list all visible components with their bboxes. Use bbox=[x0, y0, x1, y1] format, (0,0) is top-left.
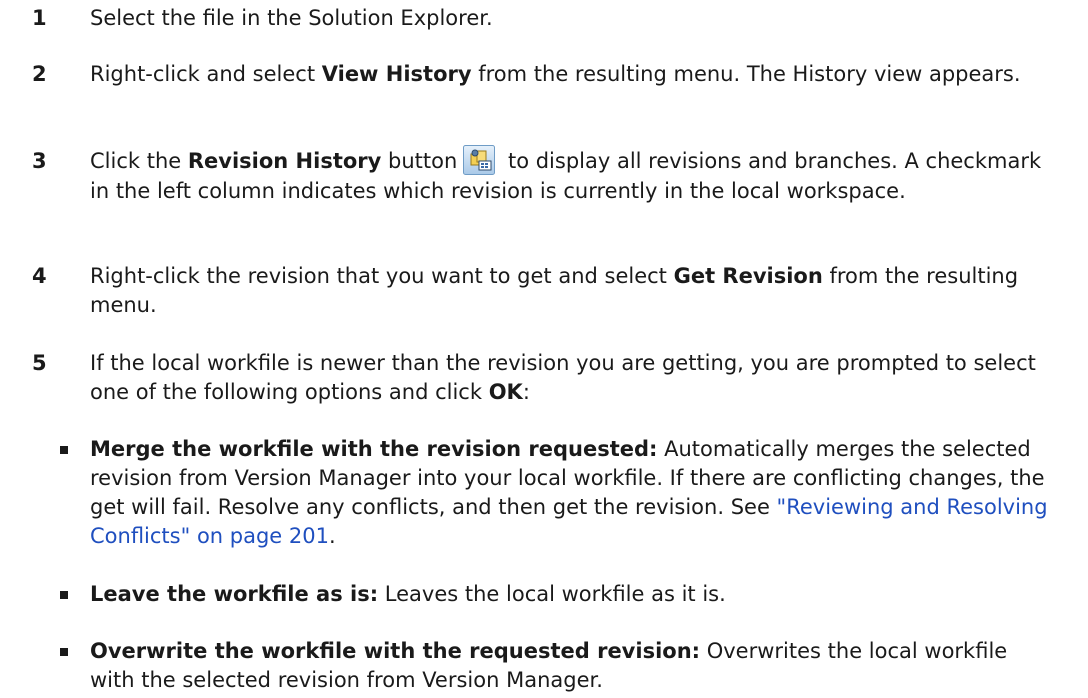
step-text-pre: If the local workfile is newer than the … bbox=[90, 351, 1036, 404]
ui-term-ok: OK bbox=[488, 380, 523, 404]
option-text: Merge the workfile with the revision req… bbox=[90, 435, 1050, 551]
option-overwrite: Overwrite the workfile with the requeste… bbox=[60, 637, 1050, 695]
step-4: 4 Right-click the revision that you want… bbox=[32, 262, 1062, 320]
step-text: If the local workfile is newer than the … bbox=[90, 349, 1062, 407]
step-number: 1 bbox=[32, 6, 47, 30]
step-text: Right-click and select View History from… bbox=[90, 60, 1062, 89]
step-text-pre: Right-click the revision that you want t… bbox=[90, 264, 674, 288]
ui-term-get-revision: Get Revision bbox=[673, 264, 823, 288]
bullet-square bbox=[60, 446, 68, 454]
step-text-post: from the resulting menu. The History vie… bbox=[471, 62, 1021, 86]
option-leave: Leave the workfile as is: Leaves the loc… bbox=[60, 580, 1050, 609]
step-text-post: : bbox=[522, 380, 530, 404]
step-text-pre: Right-click and select bbox=[90, 62, 322, 86]
ui-term-revision-history: Revision History bbox=[187, 149, 382, 173]
step-2: 2 Right-click and select View History fr… bbox=[32, 60, 1062, 89]
option-text: Leave the workfile as is: Leaves the loc… bbox=[90, 580, 1050, 609]
option-after: . bbox=[328, 524, 336, 548]
step-number: 5 bbox=[32, 351, 47, 375]
option-title: Merge the workfile with the revision req… bbox=[90, 437, 658, 461]
step-number: 2 bbox=[32, 62, 47, 86]
bullet-square bbox=[60, 591, 68, 599]
revision-history-icon bbox=[463, 145, 496, 175]
option-title: Overwrite the workfile with the requeste… bbox=[90, 639, 701, 663]
step-3: 3 Click the Revision History button to d… bbox=[32, 145, 1062, 206]
step-text: Right-click the revision that you want t… bbox=[90, 262, 1062, 320]
option-title: Leave the workfile as is: bbox=[90, 582, 379, 606]
step-1: 1 Select the file in the Solution Explor… bbox=[32, 4, 1062, 33]
option-description: Leaves the local workfile as it is. bbox=[378, 582, 726, 606]
ui-term-view-history: View History bbox=[321, 62, 472, 86]
step-text-mid: button bbox=[381, 149, 458, 173]
step-text-span: Select the file in the Solution Explorer… bbox=[90, 6, 493, 30]
option-merge: Merge the workfile with the revision req… bbox=[60, 435, 1050, 551]
step-text-pre: Click the bbox=[90, 149, 188, 173]
step-text: Click the Revision History button to dis… bbox=[90, 145, 1062, 206]
option-text: Overwrite the workfile with the requeste… bbox=[90, 637, 1050, 695]
bullet-square bbox=[60, 648, 68, 656]
step-number: 4 bbox=[32, 264, 47, 288]
step-text: Select the file in the Solution Explorer… bbox=[90, 4, 1062, 33]
step-5: 5 If the local workfile is newer than th… bbox=[32, 349, 1062, 407]
document-page: 1 Select the file in the Solution Explor… bbox=[0, 0, 1088, 698]
step-number: 3 bbox=[32, 149, 47, 173]
